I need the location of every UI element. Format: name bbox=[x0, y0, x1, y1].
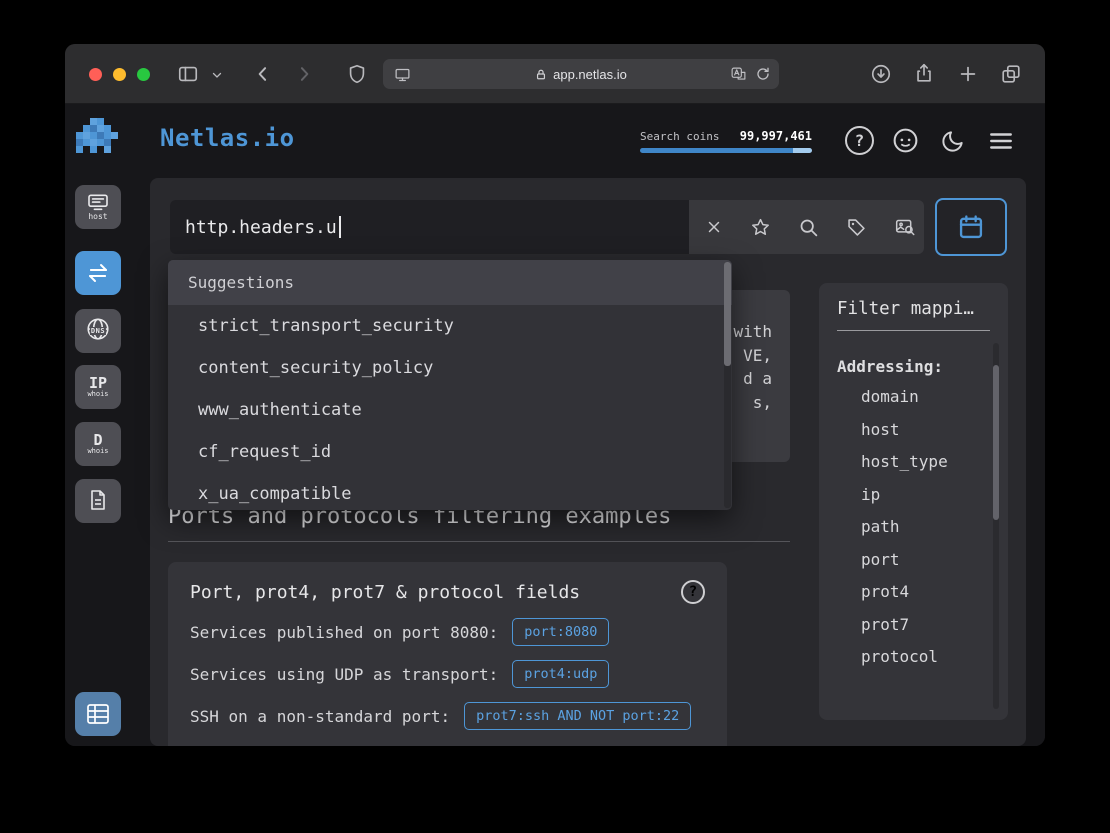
example-label: Services using UDP as transport: bbox=[190, 665, 498, 684]
filter-mappings-panel: Filter mappi… Addressing: domain host ho… bbox=[819, 283, 1008, 720]
clear-icon[interactable] bbox=[705, 218, 723, 236]
zoom-window-button[interactable] bbox=[137, 68, 150, 81]
card-help-icon[interactable]: ? bbox=[681, 580, 705, 604]
example-label: SSH on a non-standard port: bbox=[190, 707, 450, 726]
suggestion-item[interactable]: strict_transport_security bbox=[168, 305, 732, 347]
filter-field: host bbox=[861, 419, 990, 442]
search-query-text: http.headers.u bbox=[185, 217, 337, 238]
dropdown-scrollbar-thumb[interactable] bbox=[724, 262, 731, 366]
port-examples-card: Port, prot4, prot7 & protocol fields ? S… bbox=[168, 562, 727, 746]
favorite-star-icon[interactable] bbox=[750, 217, 771, 238]
shield-icon[interactable] bbox=[346, 63, 368, 85]
search-icon[interactable] bbox=[798, 217, 819, 238]
app-sidebar: host DNS IP whois D whois bbox=[65, 104, 131, 746]
suggestion-item[interactable]: content_security_policy bbox=[168, 347, 732, 389]
help-glyph: ? bbox=[855, 131, 865, 150]
filter-field: prot7 bbox=[861, 614, 990, 637]
share-icon[interactable] bbox=[913, 62, 935, 84]
search-controls bbox=[689, 200, 924, 254]
filter-group-label: Addressing: bbox=[837, 357, 990, 376]
browser-window: app.netlas.io bbox=[65, 44, 1045, 746]
filter-field: host_type bbox=[861, 451, 990, 474]
sidebar-item-search-active[interactable] bbox=[75, 251, 121, 295]
tag-icon[interactable] bbox=[846, 217, 867, 238]
example-label: Services published on port 8080: bbox=[190, 623, 498, 642]
sidebar-item-ip-whois[interactable]: IP whois bbox=[75, 365, 121, 409]
filter-panel-scrollbar[interactable] bbox=[993, 343, 999, 709]
downloads-icon[interactable] bbox=[870, 63, 892, 85]
search-input[interactable]: http.headers.u bbox=[170, 200, 689, 254]
chevron-down-icon[interactable] bbox=[211, 69, 223, 81]
sidebar-ip-sublabel: whois bbox=[87, 391, 108, 398]
filter-panel-scrollbar-thumb[interactable] bbox=[993, 365, 999, 520]
sidebar-item-host-responses[interactable]: host bbox=[75, 185, 121, 229]
netlas-logo-icon[interactable] bbox=[76, 118, 120, 162]
filter-field: domain bbox=[861, 386, 990, 409]
search-coins: Search coins 99,997,461 bbox=[640, 129, 812, 153]
new-tab-icon[interactable] bbox=[957, 63, 979, 85]
sidebar-dns-label: DNS bbox=[90, 327, 106, 335]
suggestions-header: Suggestions bbox=[168, 260, 732, 305]
minimize-window-button[interactable] bbox=[113, 68, 126, 81]
filter-field: port bbox=[861, 549, 990, 572]
sidebar-ip-label: IP bbox=[89, 376, 107, 390]
coins-progress-bar bbox=[640, 148, 812, 153]
coins-label: Search coins bbox=[640, 130, 719, 143]
sidebar-item-domain-whois[interactable]: D whois bbox=[75, 422, 121, 466]
section-divider bbox=[168, 541, 790, 542]
text-caret bbox=[339, 216, 341, 238]
query-chip[interactable]: prot4:udp bbox=[512, 660, 609, 688]
filter-field: path bbox=[861, 516, 990, 539]
sidebar-host-label: host bbox=[88, 213, 107, 221]
theme-toggle-icon[interactable] bbox=[938, 126, 967, 155]
suggestion-item[interactable]: www_authenticate bbox=[168, 389, 732, 431]
filter-field: prot4 bbox=[861, 581, 990, 604]
sidebar-domain-sublabel: whois bbox=[87, 448, 108, 455]
image-search-icon[interactable] bbox=[894, 217, 916, 238]
example-row: Services published on port 8080: port:80… bbox=[190, 618, 705, 646]
calendar-button[interactable] bbox=[935, 198, 1007, 256]
filter-field: protocol bbox=[861, 646, 990, 669]
translate-icon[interactable] bbox=[730, 66, 747, 88]
coins-value: 99,997,461 bbox=[740, 129, 812, 143]
sidebar-item-certificates[interactable] bbox=[75, 479, 121, 523]
url-text: app.netlas.io bbox=[553, 67, 627, 82]
netlas-app: host DNS IP whois D whois bbox=[65, 104, 1045, 746]
menu-icon[interactable] bbox=[986, 126, 1015, 155]
filter-field: ip bbox=[861, 484, 990, 507]
page-title: Netlas.io bbox=[160, 124, 295, 152]
browser-toolbar: app.netlas.io bbox=[65, 44, 1045, 104]
sidebar-item-dns[interactable]: DNS bbox=[75, 309, 121, 353]
suggestion-item[interactable]: cf_request_id bbox=[168, 431, 732, 473]
community-icon[interactable] bbox=[891, 126, 920, 155]
sidebar-toggle-icon[interactable] bbox=[177, 63, 199, 85]
tab-overview-icon[interactable] bbox=[1000, 63, 1022, 85]
help-icon[interactable]: ? bbox=[845, 126, 874, 155]
help-glyph: ? bbox=[689, 584, 697, 600]
back-icon[interactable] bbox=[253, 64, 273, 84]
example-row: SSH on a non-standard port: prot7:ssh AN… bbox=[190, 702, 705, 730]
query-chip[interactable]: prot7:ssh AND NOT port:22 bbox=[464, 702, 691, 730]
query-chip[interactable]: port:8080 bbox=[512, 618, 609, 646]
dropdown-scrollbar[interactable] bbox=[724, 262, 731, 508]
suggestions-dropdown: Suggestions strict_transport_security co… bbox=[168, 260, 732, 510]
page-appearance-icon[interactable] bbox=[394, 66, 411, 88]
address-bar[interactable]: app.netlas.io bbox=[383, 59, 779, 89]
suggestion-item[interactable]: x_ua_compatible bbox=[168, 473, 732, 510]
forward-icon[interactable] bbox=[294, 64, 314, 84]
close-window-button[interactable] bbox=[89, 68, 102, 81]
example-row: Services using UDP as transport: prot4:u… bbox=[190, 660, 705, 688]
sidebar-item-datasets[interactable] bbox=[75, 692, 121, 736]
reload-icon[interactable] bbox=[755, 66, 771, 87]
sidebar-domain-label: D bbox=[93, 433, 102, 447]
filter-panel-title: Filter mappi… bbox=[837, 299, 990, 331]
lock-icon bbox=[535, 68, 547, 81]
examples-card-title: Port, prot4, prot7 & protocol fields bbox=[190, 582, 580, 603]
